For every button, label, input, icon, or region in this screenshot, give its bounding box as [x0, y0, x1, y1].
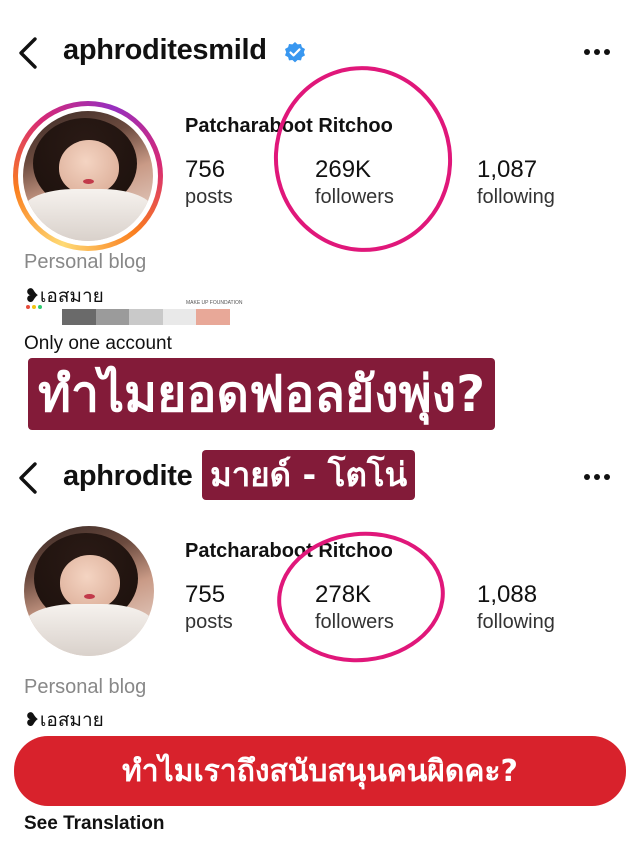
bio-category: Personal blog: [24, 676, 147, 698]
avatar[interactable]: [24, 526, 154, 656]
following-label[interactable]: following: [477, 611, 555, 634]
avatar: [23, 111, 153, 241]
more-options-icon[interactable]: [584, 47, 614, 57]
more-options-icon[interactable]: [584, 472, 614, 482]
see-translation-link[interactable]: See Translation: [24, 813, 164, 835]
mini-caption: MAKE UP FOUNDATION: [186, 300, 243, 306]
profile-username: aphrodite: [63, 460, 193, 492]
back-arrow-icon[interactable]: [16, 36, 42, 70]
following-label[interactable]: following: [477, 186, 555, 209]
followers-highlight-circle: [261, 54, 465, 264]
following-count[interactable]: 1,087: [477, 156, 537, 184]
posts-count[interactable]: 756: [185, 156, 225, 184]
bio-text: Only one account: [24, 333, 172, 354]
profile-username: aphroditesmild: [63, 34, 267, 66]
following-count[interactable]: 1,088: [477, 581, 537, 609]
bio-line: ❥เอสมาย: [24, 710, 104, 731]
link-preview-swatches: [62, 309, 230, 325]
posts-label[interactable]: posts: [185, 611, 233, 634]
posts-count[interactable]: 755: [185, 581, 225, 609]
verified-badge-icon: [283, 41, 307, 65]
back-arrow-icon[interactable]: [16, 461, 42, 495]
headline-sub: มายด์ - โตโน่: [202, 450, 416, 500]
bio-category: Personal blog: [24, 251, 147, 273]
posts-label[interactable]: posts: [185, 186, 233, 209]
question-banner: ทำไมเราถึงสนับสนุนคนผิดคะ?: [14, 736, 626, 806]
banner-text: ทำไมเราถึงสนับสนุนคนผิดคะ?: [122, 753, 518, 789]
headline-main: ทำไมยอดฟอลยังพุ่ง?: [28, 358, 496, 430]
